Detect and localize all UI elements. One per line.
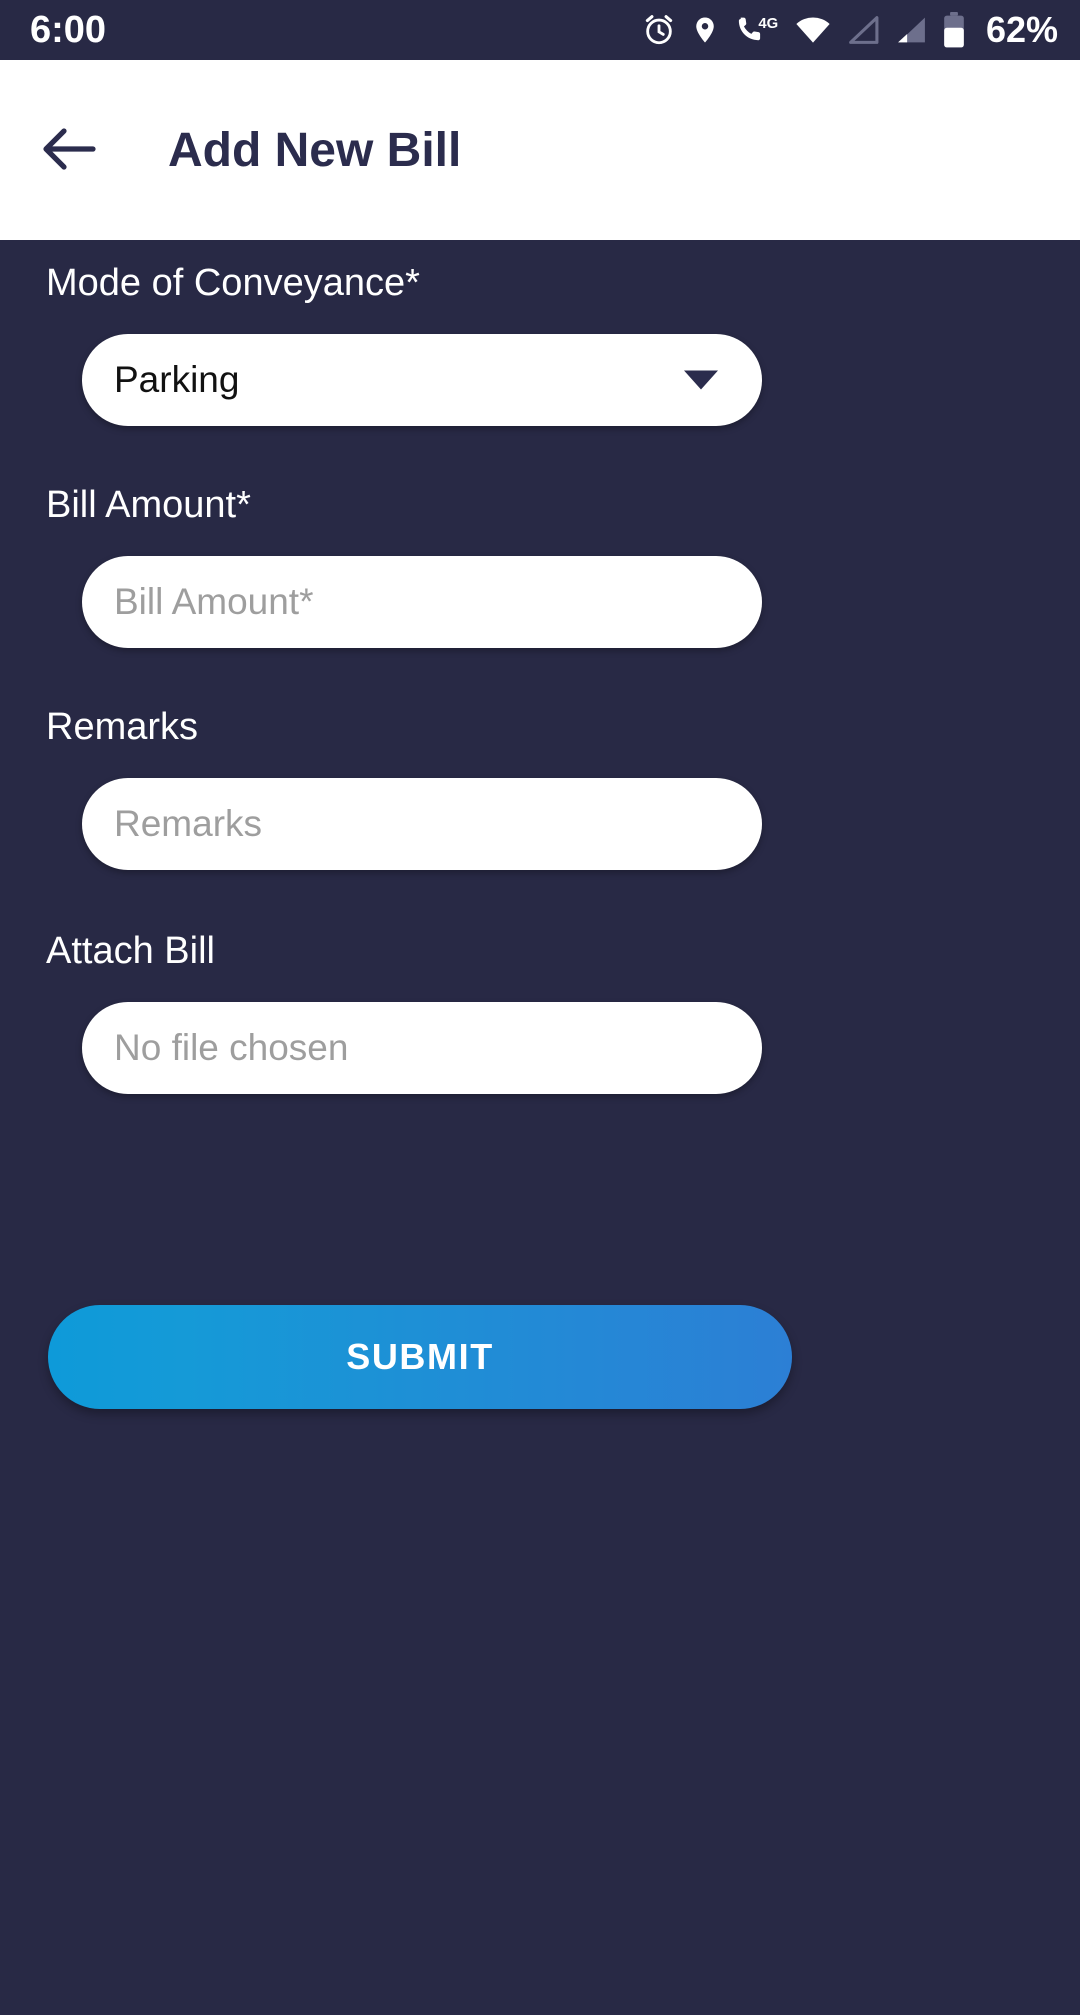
remarks-placeholder: Remarks (114, 803, 263, 844)
submit-button[interactable]: SUBMIT (48, 1305, 792, 1409)
label-remarks: Remarks (46, 706, 199, 748)
bill-amount-input[interactable]: Bill Amount* (82, 556, 762, 648)
mode-of-conveyance-value: Parking (114, 359, 240, 400)
label-mode-of-conveyance: Mode of Conveyance* (46, 262, 420, 304)
form-content: Mode of Conveyance* Parking Bill Amount*… (0, 240, 1080, 2015)
mode-of-conveyance-select[interactable]: Parking (82, 334, 762, 426)
status-icons-group: 4G 62% (642, 12, 1058, 48)
signal-bars-icon (894, 14, 928, 46)
wifi-icon (794, 15, 832, 45)
label-bill-amount: Bill Amount* (46, 484, 251, 526)
add-new-bill-screen: 6:00 4G 62% Add New Bill Mode of Conveya… (0, 0, 1080, 2015)
battery-icon (942, 12, 966, 48)
signal-empty-icon (846, 14, 880, 46)
call-4g-icon: 4G (734, 13, 780, 47)
svg-text:4G: 4G (758, 16, 778, 32)
chevron-down-icon (684, 370, 718, 390)
bill-amount-placeholder: Bill Amount* (114, 581, 314, 622)
status-time: 6:00 (30, 9, 107, 51)
battery-percent-label: 62% (985, 9, 1058, 50)
status-bar: 6:00 4G 62% (0, 0, 1080, 60)
label-attach-bill: Attach Bill (46, 930, 215, 972)
remarks-input[interactable]: Remarks (82, 778, 762, 870)
location-icon (690, 13, 720, 47)
attach-bill-file-input[interactable]: No file chosen (82, 1002, 762, 1094)
page-title: Add New Bill (168, 123, 462, 177)
back-button[interactable] (26, 107, 112, 193)
attach-bill-placeholder: No file chosen (114, 1027, 349, 1068)
alarm-icon (642, 13, 676, 47)
arrow-left-icon (41, 126, 97, 175)
app-bar: Add New Bill (0, 60, 1080, 240)
